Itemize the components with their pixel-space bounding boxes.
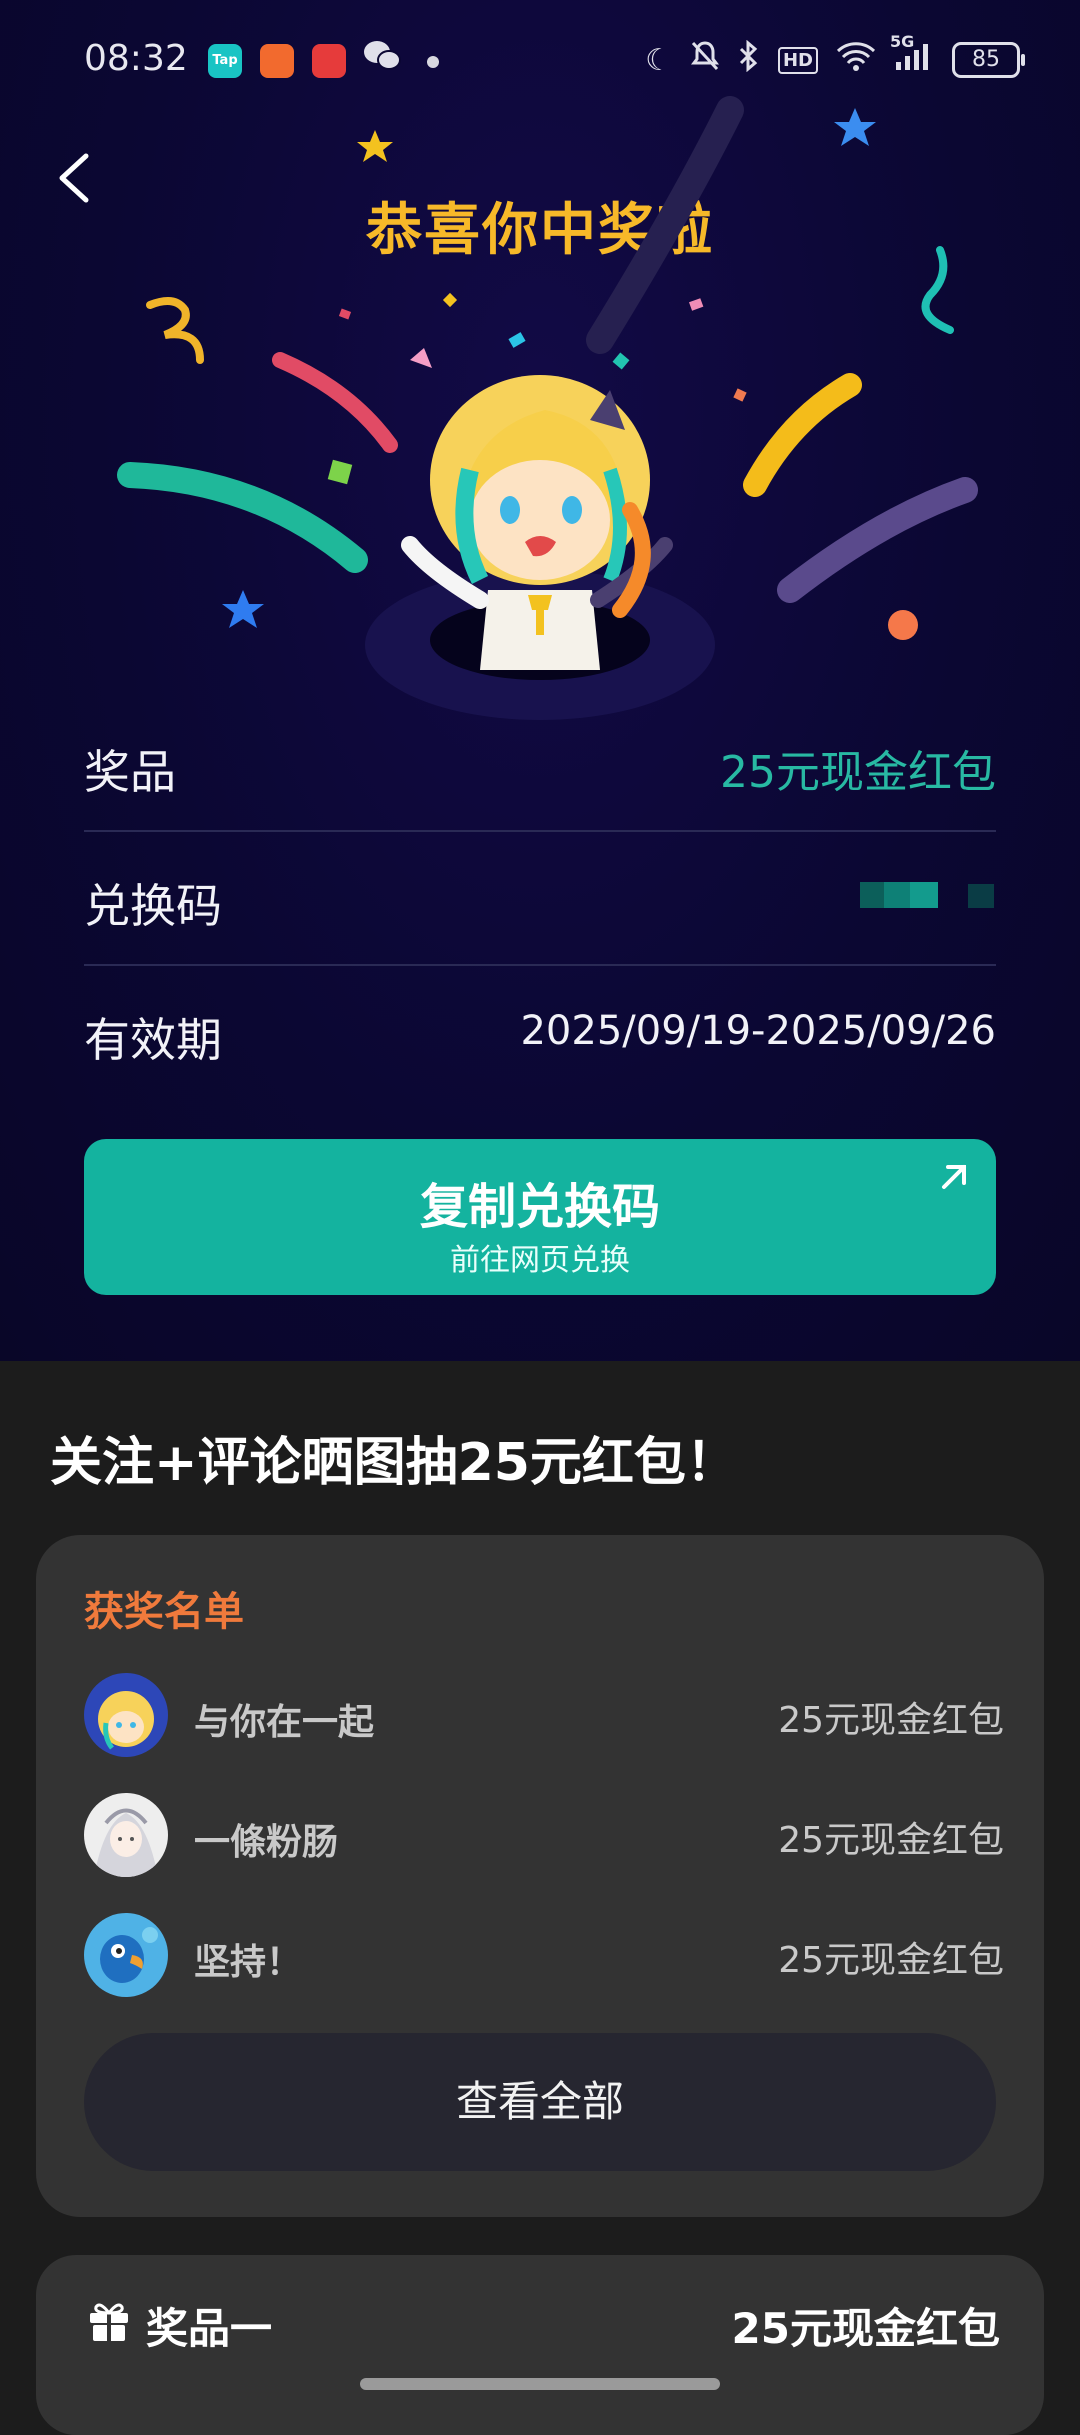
avatar	[84, 1793, 168, 1877]
view-all-button[interactable]: 查看全部	[84, 2033, 996, 2171]
signal-icon: 5G	[890, 32, 934, 80]
winner-row[interactable]: 一條粉肠 25元现金红包	[84, 1793, 1004, 1883]
network-type: 5G	[890, 32, 915, 51]
redeem-code-row: 兑换码	[84, 830, 996, 966]
winner-name: 与你在一起	[194, 1702, 375, 1743]
reader-app-icon	[260, 44, 294, 78]
prize-row: 奖品 25元现金红包	[84, 696, 996, 832]
home-indicator[interactable]	[360, 2378, 720, 2390]
battery-indicator: 85	[952, 42, 1025, 78]
taptap-app-icon: Tap	[208, 44, 242, 78]
avatar	[84, 1673, 168, 1757]
hd-icon: HD	[777, 46, 818, 74]
status-time: 08:32	[84, 38, 188, 79]
prize-card-value: 25元现金红包	[731, 2304, 1000, 2353]
winners-card: 获奖名单 与你在一起 25元现金红包 一條粉肠 25元现金红包 坚持！ 25元现…	[36, 1535, 1044, 2217]
arrow-up-right-icon	[942, 1165, 966, 1189]
redeem-code-label: 兑换码	[84, 879, 222, 933]
prize-card: 奖品一 25元现金红包	[36, 2255, 1044, 2435]
avatar	[84, 1913, 168, 1997]
bell-off-icon	[690, 40, 720, 80]
heart-app-icon	[312, 44, 346, 78]
validity-label: 有效期	[84, 1013, 222, 1067]
gift-icon	[90, 2303, 128, 2341]
winner-row[interactable]: 与你在一起 25元现金红包	[84, 1673, 1004, 1763]
winner-prize: 25元现金红包	[778, 1700, 1004, 1741]
winner-prize: 25元现金红包	[778, 1940, 1004, 1981]
wifi-icon	[836, 40, 876, 80]
promo-headline: 关注+评论晒图抽25元红包！	[50, 1433, 738, 1493]
prize-hero-section: 08:32 Tap ☾ HD 5G 85 恭喜你中奖啦 奖品 25元现金红包 兑…	[0, 0, 1080, 1361]
redeem-code-masked	[860, 882, 996, 908]
celebration-illustration	[117, 96, 978, 720]
winner-row[interactable]: 坚持！ 25元现金红包	[84, 1913, 1004, 2003]
prize-label: 奖品	[84, 745, 176, 799]
bluetooth-icon	[738, 39, 760, 80]
copy-code-button[interactable]: 复制兑换码 前往网页兑换	[84, 1139, 996, 1295]
winner-name: 一條粉肠	[194, 1822, 339, 1863]
moon-icon: ☾	[645, 42, 672, 78]
copy-code-sublabel: 前往网页兑换	[450, 1243, 630, 1278]
copy-code-label: 复制兑换码	[419, 1179, 660, 1235]
validity-value: 2025/09/19-2025/09/26	[520, 1008, 996, 1054]
winners-title: 获奖名单	[84, 1589, 244, 1635]
prize-value: 25元现金红包	[720, 747, 996, 798]
status-icons: ☾ HD 5G 85	[645, 32, 1025, 84]
validity-row: 有效期 2025/09/19-2025/09/26	[84, 964, 996, 1098]
wechat-icon	[362, 38, 402, 82]
winner-name: 坚持！	[194, 1942, 303, 1983]
winner-prize: 25元现金红包	[778, 1820, 1004, 1861]
notification-dot	[427, 56, 439, 68]
prize-card-label: 奖品一	[146, 2304, 273, 2353]
